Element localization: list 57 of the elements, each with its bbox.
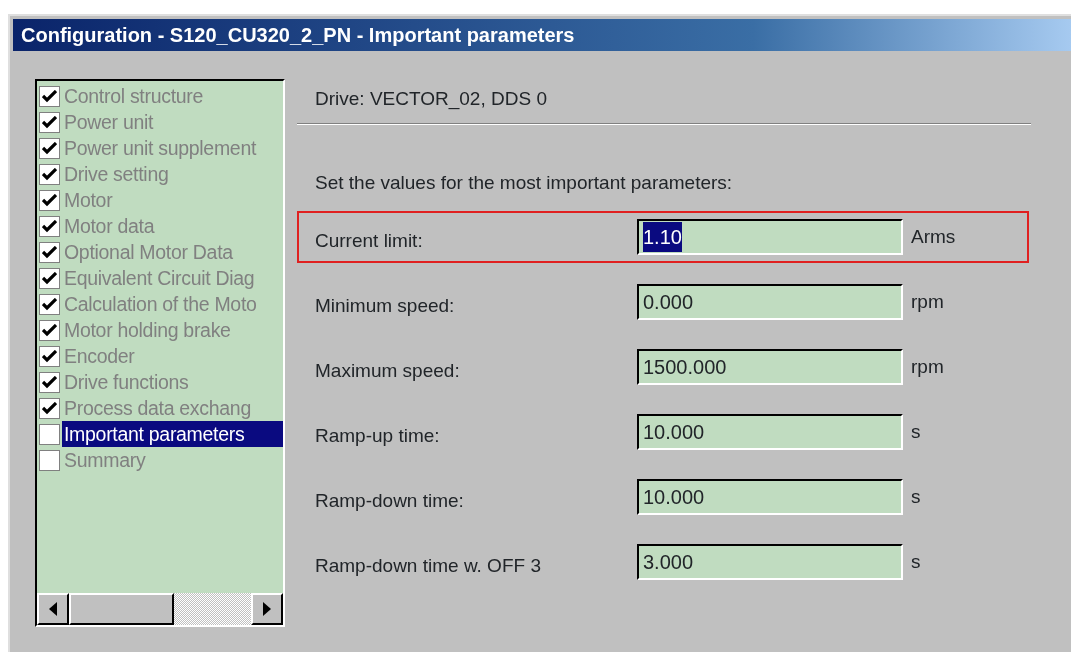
step-item[interactable]: Motor (62, 187, 115, 213)
unit-label: s (910, 549, 921, 574)
checkbox[interactable] (39, 319, 60, 341)
parameter-label: Maximum speed: (315, 358, 461, 383)
right-arrow-icon (263, 602, 271, 616)
parameter-label: Ramp-down time w. OFF 3 (315, 553, 542, 578)
checkbox[interactable] (39, 345, 60, 367)
step-item[interactable]: Summary (62, 447, 148, 473)
input-field[interactable]: 0.000 (637, 284, 903, 320)
step-item[interactable]: Motor holding brake (62, 317, 233, 343)
step-item[interactable]: Power unit (62, 109, 156, 135)
checkbox[interactable] (39, 85, 60, 107)
step-item[interactable]: Calculation of the Moto (62, 291, 259, 317)
step-item[interactable]: Encoder (62, 343, 137, 369)
step-item[interactable]: Important parameters (62, 421, 283, 447)
checkbox[interactable] (39, 397, 60, 419)
checkbox[interactable] (39, 371, 60, 393)
step-item[interactable]: Equivalent Circuit Diag (62, 265, 257, 291)
unit-label: Arms (910, 224, 956, 249)
input-field[interactable]: 3.000 (637, 544, 903, 580)
scroll-left-button[interactable] (37, 593, 69, 625)
left-arrow-icon (49, 602, 57, 616)
scrollbar-thumb[interactable] (69, 593, 174, 625)
checkbox[interactable] (39, 267, 60, 289)
step-item[interactable]: Power unit supplement (62, 135, 259, 161)
parameter-label: Current limit: (315, 228, 424, 253)
input-field[interactable]: 1500.000 (637, 349, 903, 385)
window-title: Configuration - S120_CU320_2_PN - Important parameters (13, 19, 1071, 51)
input-field[interactable]: 10.000 (637, 479, 903, 515)
drive-label: Drive: VECTOR_02, DDS 0 (315, 88, 547, 109)
checkbox[interactable] (39, 215, 60, 237)
horizontal-scrollbar[interactable] (37, 593, 283, 625)
parameter-label: Minimum speed: (315, 293, 456, 318)
step-item[interactable]: Control structure (62, 83, 206, 109)
checkbox[interactable] (39, 293, 60, 315)
unit-label: rpm (910, 354, 944, 379)
instruction-text: Set the values for the most important parameters: (315, 172, 733, 193)
input-field[interactable]: 10.000 (637, 414, 903, 450)
scroll-right-button[interactable] (251, 593, 283, 625)
step-item[interactable]: Optional Motor Data (62, 239, 235, 265)
checkbox[interactable] (39, 137, 60, 159)
unit-label: s (910, 419, 921, 444)
checkbox[interactable] (39, 163, 60, 185)
parameter-label: Ramp-down time: (315, 488, 465, 513)
step-item[interactable]: Drive setting (62, 161, 171, 187)
checkbox[interactable] (39, 241, 60, 263)
input-field[interactable]: 1.10 (637, 219, 903, 255)
parameter-label: Ramp-up time: (315, 423, 441, 448)
unit-label: s (910, 484, 921, 509)
checkbox[interactable] (39, 111, 60, 133)
checkbox[interactable] (39, 449, 60, 471)
unit-label: rpm (910, 289, 944, 314)
step-item[interactable]: Process data exchang (62, 395, 253, 421)
step-item[interactable]: Drive functions (62, 369, 191, 395)
checkbox[interactable] (39, 189, 60, 211)
step-item[interactable]: Motor data (62, 213, 157, 239)
checkbox[interactable] (39, 423, 60, 445)
